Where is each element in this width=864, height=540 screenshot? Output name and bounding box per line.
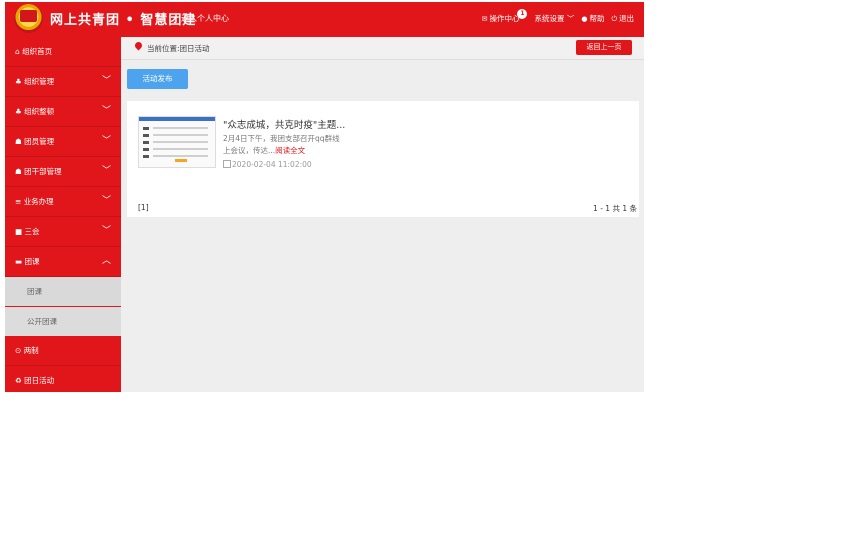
top-nav: ✉ 操作中心1 系统设置 ﹀ ● 帮助 ⏻ 退出	[481, 9, 634, 25]
help-icon: ●	[581, 15, 588, 23]
sidebar-item-org-management[interactable]: ♣ 组织管理 ﹀	[5, 67, 121, 97]
chevron-down-icon: ﹀	[566, 14, 575, 23]
sidebar-item-home[interactable]: ⌂ 组织首页	[5, 37, 121, 67]
calendar-icon	[223, 160, 231, 168]
recycle-icon: ♻	[15, 376, 22, 385]
sidebar: ⌂ 组织首页 ♣ 组织管理 ﹀ ♣ 组织整顿 ﹀ ☗ 团员管理 ﹀ ☗ 团干部管理 ﹀ …	[5, 37, 121, 392]
logo-banner	[20, 10, 37, 22]
sidebar-item-league-class[interactable]: ▬ 团课 ︿	[5, 247, 121, 277]
chevron-down-icon: ﹀	[101, 196, 111, 206]
group-icon: ☗	[15, 137, 22, 146]
op-center-label: 操作中心	[489, 14, 520, 23]
group-icon: ☗	[15, 167, 22, 176]
activity-list-card: "众志成城，共克时疫"主题... 2月4日下午，我团支部召开qq群线上会议，传达…	[127, 101, 639, 217]
page-summary: 1 - 1 共 1 条	[593, 204, 637, 213]
sidebar-item-label: 团日活动	[24, 376, 55, 385]
chevron-down-icon: ﹀	[101, 76, 111, 86]
sidebar-item-label: 团课	[24, 257, 40, 266]
thumbnail-row	[153, 134, 208, 136]
back-button[interactable]: 返回上一页	[576, 40, 632, 55]
notification-badge: 1	[517, 9, 528, 19]
sidebar-item-label: 组织管理	[24, 77, 55, 86]
chevron-down-icon: ﹀	[101, 106, 111, 116]
top-header: 网上共青团 • 智慧团建 进入个人中心 ✉ 操作中心1 系统设置 ﹀ ● 帮助 ⏻ 退…	[5, 2, 644, 37]
article-thumbnail[interactable]	[138, 116, 216, 168]
sidebar-subitem-public-class[interactable]: 公开团课	[5, 307, 121, 336]
page-number[interactable]: [1]	[138, 203, 149, 212]
thumbnail-row	[153, 127, 208, 129]
power-icon: ⏻	[611, 15, 617, 23]
publish-activity-button[interactable]: 活动发布	[127, 69, 188, 89]
chevron-down-icon: ﹀	[101, 226, 111, 236]
home-icon: ⌂	[15, 47, 20, 56]
sidebar-item-label: 团干部管理	[24, 167, 62, 176]
thumbnail-header	[139, 117, 215, 121]
chevron-down-icon: ﹀	[101, 136, 111, 146]
sidebar-subitem-league-class[interactable]: 团课	[5, 277, 121, 307]
read-more-link[interactable]: 阅读全文	[275, 146, 305, 155]
article-date: 2020-02-04 11:02:00	[223, 160, 312, 169]
sidebar-item-three-meetings[interactable]: ■ 三会 ﹀	[5, 217, 121, 247]
edit-icon: ■	[15, 227, 23, 236]
circle-icon: ⊙	[15, 346, 22, 355]
chevron-up-icon: ︿	[101, 256, 111, 266]
app-window: 网上共青团 • 智慧团建 进入个人中心 ✉ 操作中心1 系统设置 ﹀ ● 帮助 ⏻ 退…	[5, 2, 644, 392]
sidebar-item-label: 两制	[23, 346, 39, 355]
article-summary: 2月4日下午，我团支部召开qq群线上会议，传达...阅读全文	[223, 133, 343, 157]
location-icon	[133, 40, 144, 51]
thumbnail-row	[153, 141, 208, 143]
article-date-text: 2020-02-04 11:02:00	[232, 160, 312, 169]
thumbnail-row	[153, 155, 208, 157]
thumbnail-row-marker	[143, 127, 149, 130]
logout-link[interactable]: ⏻ 退出	[611, 13, 634, 25]
sidebar-item-label: 团员管理	[24, 137, 55, 146]
op-center-link[interactable]: ✉ 操作中心1	[481, 9, 528, 25]
sidebar-item-label: 组织整顿	[24, 107, 55, 116]
thumbnail-row-marker	[143, 155, 149, 158]
thumbnail-row	[153, 148, 208, 150]
help-link[interactable]: ● 帮助	[581, 13, 604, 25]
chevron-down-icon: ﹀	[101, 166, 111, 176]
sidebar-item-business[interactable]: ≡ 业务办理 ﹀	[5, 187, 121, 217]
main-content: 当前位置:团日活动 返回上一页 活动发布 "众志成城，共克时疫"主题... 2月…	[121, 37, 644, 392]
thumbnail-row-marker	[143, 148, 149, 151]
logout-label: 退出	[619, 14, 634, 23]
sidebar-item-member-management[interactable]: ☗ 团员管理 ﹀	[5, 127, 121, 157]
breadcrumb: 当前位置:团日活动	[147, 44, 210, 53]
org-icon: ♣	[15, 77, 22, 86]
list-icon: ≡	[15, 197, 22, 206]
sidebar-item-label: 三会	[24, 227, 40, 236]
thumbnail-highlight	[175, 159, 187, 162]
sidebar-item-league-day[interactable]: ♻ 团日活动	[5, 366, 121, 392]
youth-league-logo	[14, 4, 43, 33]
thumbnail-row-marker	[143, 134, 149, 137]
org-icon: ♣	[15, 107, 22, 116]
sidebar-item-cadre-management[interactable]: ☗ 团干部管理 ﹀	[5, 157, 121, 187]
thumbnail-row-marker	[143, 141, 149, 144]
sidebar-item-label: 业务办理	[23, 197, 54, 206]
settings-menu[interactable]: 系统设置 ﹀	[534, 13, 574, 25]
settings-label: 系统设置	[534, 14, 565, 23]
brand-title: 网上共青团 • 智慧团建	[50, 13, 197, 28]
breadcrumb-bar: 当前位置:团日活动 返回上一页	[121, 37, 644, 60]
personal-center-link[interactable]: 进入个人中心	[181, 13, 229, 24]
sidebar-item-org-rectify[interactable]: ♣ 组织整顿 ﹀	[5, 97, 121, 127]
sidebar-item-label: 组织首页	[22, 47, 53, 56]
help-label: 帮助	[589, 14, 605, 23]
mail-icon: ✉	[481, 15, 488, 23]
folder-icon: ▬	[15, 257, 23, 266]
sidebar-item-two-systems[interactable]: ⊙ 两制	[5, 336, 121, 366]
article-title[interactable]: "众志成城，共克时疫"主题...	[223, 117, 345, 131]
